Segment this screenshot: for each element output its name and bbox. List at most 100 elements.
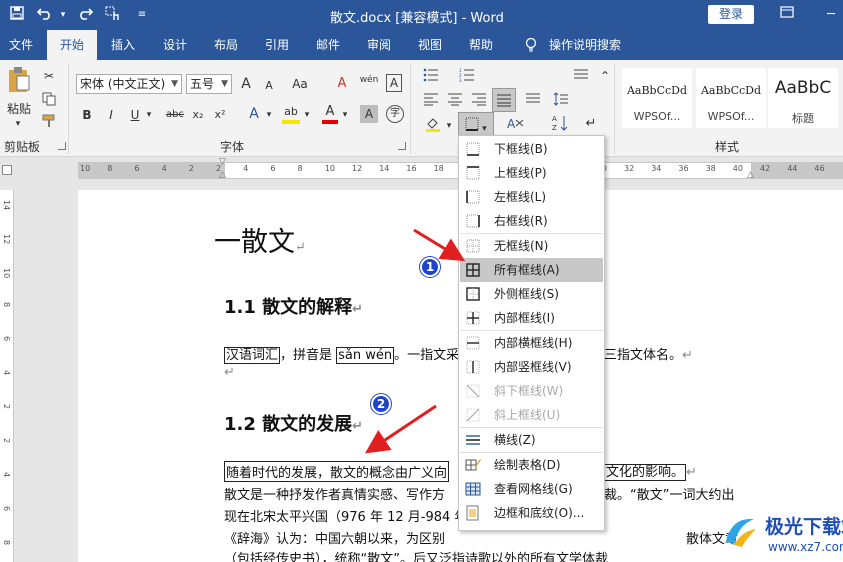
superscript-button[interactable]: x² — [212, 107, 228, 123]
numbering-icon[interactable]: 123 — [458, 68, 476, 86]
font-color-icon[interactable]: A — [322, 104, 338, 124]
tab-mailings[interactable]: 邮件 — [307, 30, 349, 60]
change-case-icon[interactable]: Aa — [290, 76, 310, 92]
distributed-icon[interactable] — [524, 92, 542, 110]
shading-dropdown-icon[interactable]: ▾ — [444, 118, 454, 134]
phonetic-guide-icon[interactable]: wén — [358, 72, 380, 88]
style-wpsoffice-1[interactable]: AaBbCcDd WPSOf... — [622, 68, 692, 128]
shading-icon[interactable] — [424, 116, 442, 136]
underline-dropdown-icon[interactable]: ▾ — [144, 107, 154, 123]
heading-1-2[interactable]: 1.2 散文的发展↵ — [224, 410, 363, 436]
paste-dropdown-icon[interactable]: ▾ — [8, 116, 28, 132]
bullets-icon[interactable] — [422, 68, 440, 86]
chinese-layout-icon[interactable]: A — [506, 116, 526, 134]
show-marks-icon[interactable] — [572, 68, 590, 86]
heading-1[interactable]: 一散文↵ — [214, 220, 306, 259]
paragraph-5[interactable]: 《辞海》认为：中国六朝以来，为区别 — [224, 528, 445, 547]
menu-item-right-border[interactable]: 右框线(R) — [460, 209, 603, 233]
paste-label[interactable]: 粘贴 — [4, 101, 34, 117]
customize-icon[interactable]: ≡ — [136, 6, 148, 24]
menu-item-bottom-border[interactable]: 下框线(B) — [460, 137, 603, 161]
tab-insert[interactable]: 插入 — [102, 30, 144, 60]
menu-item-draw-table[interactable]: 绘制表格(D) — [460, 453, 603, 477]
italic-button[interactable]: I — [104, 107, 118, 123]
menu-item-borders-shading[interactable]: 边框和底纹(O)... — [460, 501, 603, 525]
bold-button[interactable]: B — [80, 107, 94, 123]
menu-item-left-border[interactable]: 左框线(L) — [460, 185, 603, 209]
menu-item-inside-vertical[interactable]: 内部竖框线(V) — [460, 355, 603, 379]
shrink-font-icon[interactable]: A — [262, 78, 276, 94]
font-color-dropdown-icon[interactable]: ▾ — [340, 107, 350, 123]
char-border-icon[interactable]: A — [386, 74, 402, 92]
tab-references[interactable]: 引用 — [256, 30, 298, 60]
login-button[interactable]: 登录 — [708, 5, 754, 24]
tab-file[interactable]: 文件 — [0, 30, 42, 60]
paragraph-mark-icon[interactable]: ↵ — [584, 116, 598, 132]
paragraph-6[interactable]: （包括经传史书），统称“散文”。后又泛指诗歌以外的所有文学体裁 — [224, 548, 608, 562]
borders-button[interactable]: ▾ — [458, 112, 494, 136]
menu-item-outside-borders[interactable]: 外侧框线(S) — [460, 282, 603, 306]
lightbulb-icon[interactable] — [520, 30, 542, 60]
highlight-icon[interactable]: ab — [282, 104, 300, 124]
paragraph-3-end[interactable]: 裁。“散文”一词大约出 — [604, 484, 734, 503]
menu-item-all-borders[interactable]: 所有框线(A) — [460, 258, 603, 282]
subscript-button[interactable]: x₂ — [190, 107, 206, 123]
sort-icon[interactable]: AZ — [550, 114, 570, 136]
paragraph-2-end[interactable]: 文化的影响。 ↵ — [604, 461, 697, 481]
strikethrough-button[interactable]: abc — [164, 107, 186, 123]
paragraph-4[interactable]: 现在北宋太平兴国（976 年 12 月-984 年 — [224, 506, 467, 525]
chevron-up-icon[interactable]: ⌃ — [598, 68, 612, 84]
char-shading-icon[interactable]: A — [360, 105, 378, 123]
paragraph-3[interactable]: 散文是一种抒发作者真情实感、写作方 — [224, 484, 445, 503]
redo-icon[interactable] — [76, 6, 94, 24]
menu-item-inside-horizontal[interactable]: 内部横框线(H) — [460, 331, 603, 355]
save-icon[interactable] — [8, 6, 26, 24]
menu-item-diagonal-down[interactable]: 斜下框线(W) — [460, 379, 603, 403]
style-wpsoffice-2[interactable]: AaBbCcDd WPSOf... — [696, 68, 766, 128]
tab-view[interactable]: 视图 — [409, 30, 451, 60]
minimize-icon[interactable]: ─ — [820, 4, 842, 26]
text-effects-dropdown-icon[interactable]: ▾ — [264, 107, 274, 123]
tab-design[interactable]: 设计 — [154, 30, 196, 60]
grow-font-icon[interactable]: A — [238, 76, 254, 92]
tab-help[interactable]: 帮助 — [460, 30, 502, 60]
heading-1-1[interactable]: 1.1 散文的解释↵ — [224, 293, 363, 319]
touch-mode-icon[interactable] — [104, 6, 122, 24]
text-effects-icon[interactable]: A — [246, 106, 262, 122]
line-spacing-icon[interactable] — [552, 92, 570, 110]
menu-item-no-border[interactable]: 无框线(N) — [460, 234, 603, 258]
cut-icon[interactable]: ✂ — [41, 68, 57, 84]
undo-icon[interactable] — [36, 6, 54, 24]
paste-icon[interactable] — [6, 66, 32, 96]
clipboard-launcher-icon[interactable] — [58, 142, 66, 150]
vertical-ruler[interactable]: 14 12 10 8 6 4 2 2 4 6 8 — [0, 190, 14, 562]
ribbon-display-icon[interactable] — [776, 4, 798, 26]
menu-item-horizontal-line[interactable]: 横线(Z) — [460, 428, 603, 452]
menu-item-top-border[interactable]: 上框线(P) — [460, 161, 603, 185]
clear-format-icon[interactable]: A — [334, 76, 350, 92]
copy-icon[interactable] — [41, 92, 57, 110]
tab-home[interactable]: 开始 — [47, 30, 97, 60]
underline-button[interactable]: U — [128, 107, 142, 123]
align-left-icon[interactable] — [422, 92, 440, 110]
tab-review[interactable]: 审阅 — [358, 30, 400, 60]
font-size-select[interactable]: 五号 ▼ — [186, 74, 232, 94]
align-center-icon[interactable] — [446, 92, 464, 110]
highlight-dropdown-icon[interactable]: ▾ — [302, 107, 312, 123]
menu-item-diagonal-up[interactable]: 斜上框线(U) — [460, 403, 603, 427]
menu-item-view-gridlines[interactable]: 查看网格线(G) — [460, 477, 603, 501]
justify-icon[interactable] — [492, 88, 516, 112]
paragraph-2-selected[interactable]: 随着时代的发展，散文的概念由广义向 — [224, 461, 450, 482]
menu-item-inside-borders[interactable]: 内部框线(I) — [460, 306, 603, 330]
align-right-icon[interactable] — [470, 92, 488, 110]
enclose-char-icon[interactable]: 字 — [386, 105, 404, 123]
tell-me-search[interactable]: 操作说明搜索 — [545, 30, 625, 60]
paragraph-1-end[interactable]: 三指文体名。↵ — [604, 344, 693, 363]
paragraph-1[interactable]: 汉语词汇 ，拼音是 sǎn wén 。一指文采 — [224, 344, 459, 364]
tab-layout[interactable]: 布局 — [205, 30, 247, 60]
style-heading[interactable]: AaBbC 标题 — [768, 68, 838, 128]
right-indent-marker[interactable]: △ — [747, 170, 754, 180]
format-painter-icon[interactable] — [41, 114, 57, 132]
undo-dropdown-icon[interactable]: ▾ — [58, 6, 68, 24]
tab-selector-icon[interactable] — [2, 165, 12, 175]
